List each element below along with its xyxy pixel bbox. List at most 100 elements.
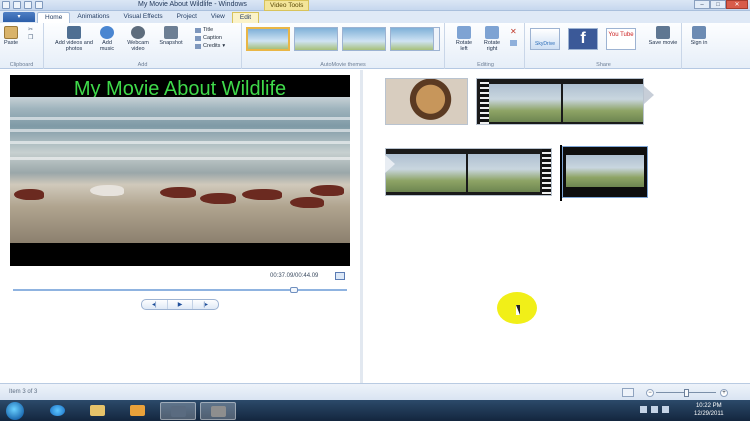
facebook-button[interactable]: f xyxy=(568,28,598,50)
play-button[interactable]: ▶ xyxy=(168,300,194,309)
zoom-in-button[interactable]: + xyxy=(720,389,728,397)
window-controls: – □ ✕ xyxy=(694,0,748,9)
tab-animations[interactable]: Animations xyxy=(70,12,116,23)
themes-group-label: AutoMovie themes xyxy=(320,62,366,68)
skydrive-button[interactable]: SkyDrive xyxy=(530,28,560,50)
taskbar-item-movie-maker[interactable] xyxy=(160,402,196,420)
add-music-button[interactable]: Add music xyxy=(96,26,118,52)
network-icon[interactable] xyxy=(651,406,658,413)
clock[interactable]: 10:22 PM 12/29/2011 xyxy=(694,402,724,418)
rotate-right-button[interactable]: Rotate right xyxy=(480,26,504,52)
zoom-slider[interactable]: − + xyxy=(646,389,728,397)
horse-shape xyxy=(160,187,196,198)
horse-shape xyxy=(242,189,282,200)
previous-frame-button[interactable]: ◂| xyxy=(142,300,168,309)
zoom-thumb[interactable] xyxy=(684,389,689,397)
paste-button[interactable]: Paste xyxy=(4,26,18,46)
thumbnail-size-icon[interactable] xyxy=(622,388,634,397)
app-menu-icon[interactable] xyxy=(2,1,10,9)
video-preview[interactable]: My Movie About Wildlife xyxy=(10,75,350,266)
music-note-icon xyxy=(100,26,114,39)
fullscreen-icon[interactable] xyxy=(335,272,345,280)
snapshot-button[interactable]: Snapshot xyxy=(154,26,188,46)
credits-button[interactable]: Credits ▾ xyxy=(195,42,225,50)
horse-shape xyxy=(14,189,44,200)
add-group-label: Add xyxy=(137,62,148,68)
signin-group: Sign in xyxy=(684,23,714,69)
rotate-left-icon xyxy=(457,26,471,39)
volume-icon[interactable] xyxy=(662,406,669,413)
undo-icon[interactable] xyxy=(24,1,32,9)
window-title: My Movie About Wildlife - Windows xyxy=(138,1,247,8)
taskbar-item-recorder[interactable] xyxy=(200,402,236,420)
seek-thumb[interactable] xyxy=(289,287,298,293)
taskbar-item-ie[interactable] xyxy=(40,402,76,420)
ribbon: Paste ✂ ❐ Clipboard Add videos and photo… xyxy=(0,23,750,69)
cut-icon[interactable]: ✂ xyxy=(28,26,33,34)
time-readout: 00:37.09/00:44.09 xyxy=(270,273,319,279)
themes-scroll-button[interactable] xyxy=(433,27,440,51)
tab-project[interactable]: Project xyxy=(170,12,204,23)
copy-icon[interactable]: ❐ xyxy=(28,34,33,42)
remove-icon[interactable]: ✕ xyxy=(510,27,517,36)
theme-thumbnail-4[interactable] xyxy=(390,27,434,51)
title-icon xyxy=(195,27,201,33)
system-tray xyxy=(640,406,669,413)
tab-edit[interactable]: Edit xyxy=(231,12,260,23)
webcam-video-button[interactable]: Webcam video xyxy=(122,26,154,52)
video-tools-context-header: Video Tools xyxy=(264,0,310,11)
add-videos-button[interactable]: Add videos and photos xyxy=(54,26,94,52)
tab-home[interactable]: Home xyxy=(37,12,71,23)
clip-dog-photo[interactable] xyxy=(385,78,468,125)
clip-title-video[interactable] xyxy=(476,78,644,125)
mouse-pointer-icon xyxy=(516,305,520,315)
credits-icon xyxy=(195,43,201,49)
select-all-icon[interactable] xyxy=(510,40,517,46)
minimize-button[interactable]: – xyxy=(694,0,710,9)
save-icon[interactable] xyxy=(13,1,21,9)
clipboard-group-label: Clipboard xyxy=(9,62,34,68)
taskbar-item-media-player[interactable] xyxy=(120,402,156,420)
title-bar: My Movie About Wildlife - Windows Video … xyxy=(0,0,750,11)
tab-view[interactable]: View xyxy=(204,12,232,23)
share-group: SkyDrive f You Tube Save movie Share xyxy=(526,23,682,69)
caption-button[interactable]: Caption xyxy=(195,34,225,42)
media-player-icon xyxy=(130,405,145,416)
tab-visual-effects[interactable]: Visual Effects xyxy=(117,12,170,23)
taskbar-item-explorer[interactable] xyxy=(80,402,116,420)
transition-arrow-icon xyxy=(385,155,395,173)
horse-shape xyxy=(310,185,344,196)
close-button[interactable]: ✕ xyxy=(726,0,748,9)
theme-thumbnail-1[interactable] xyxy=(246,27,290,51)
start-button[interactable] xyxy=(6,402,24,420)
taskbar: 10:22 PM 12/29/2011 xyxy=(0,400,750,421)
automovie-themes-group: AutoMovie themes xyxy=(242,23,445,69)
quick-access-toolbar xyxy=(2,1,43,9)
horse-shape xyxy=(200,193,236,204)
transition-arrow-icon xyxy=(644,86,654,104)
flag-icon[interactable] xyxy=(640,406,647,413)
sign-in-icon xyxy=(692,26,706,39)
save-movie-button[interactable]: Save movie xyxy=(648,26,678,46)
zoom-out-button[interactable]: − xyxy=(646,389,654,397)
next-frame-button[interactable]: |▸ xyxy=(193,300,218,309)
clip-horses-video-selected[interactable] xyxy=(562,146,648,198)
youtube-button[interactable]: You Tube xyxy=(606,28,636,50)
redo-icon[interactable] xyxy=(35,1,43,9)
clip-birds-video[interactable] xyxy=(385,148,552,196)
caption-icon xyxy=(195,35,201,41)
playback-controls: ◂| ▶ |▸ xyxy=(141,299,219,310)
recorder-icon xyxy=(211,406,226,417)
title-button[interactable]: Title xyxy=(195,26,225,34)
add-group: Add videos and photos Add music Webcam v… xyxy=(44,23,242,69)
sign-in-button[interactable]: Sign in xyxy=(688,26,710,46)
item-count-text: Item 3 of 3 xyxy=(9,389,38,395)
rotate-left-button[interactable]: Rotate left xyxy=(452,26,476,52)
webcam-icon xyxy=(131,26,145,39)
maximize-button[interactable]: □ xyxy=(710,0,726,9)
theme-thumbnail-3[interactable] xyxy=(342,27,386,51)
theme-thumbnail-2[interactable] xyxy=(294,27,338,51)
editing-group: Rotate left Rotate right ✕ Editing xyxy=(447,23,525,69)
status-bar: Item 3 of 3 − + xyxy=(0,383,750,400)
app-menu-button[interactable]: ▾ xyxy=(3,12,35,22)
